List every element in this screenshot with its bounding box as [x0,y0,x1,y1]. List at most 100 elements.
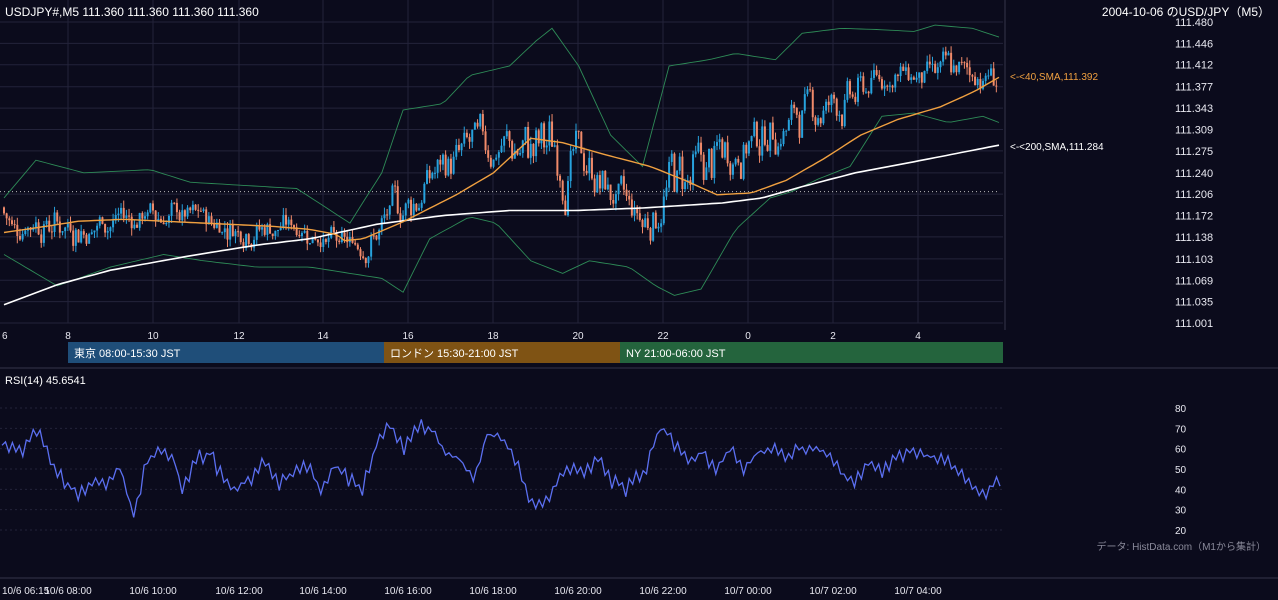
candle-body [202,209,205,211]
candle-body [433,172,436,174]
hour-tick-label: 18 [487,331,499,342]
candle-body [806,89,809,95]
candle-body [952,65,955,73]
candle-body [713,145,716,178]
candle-body [106,231,109,233]
candle-body [535,130,538,157]
candle-body [18,235,21,240]
candle-body [593,178,596,193]
price-tick-label: 111.206 [1175,189,1213,201]
candle-body [412,203,415,216]
candle-body [428,170,431,179]
candle-body [375,235,378,240]
candle-body [934,63,937,73]
candle-body [356,244,359,250]
candle-body [928,61,931,65]
candle-body [580,131,583,154]
candle-body [181,210,184,221]
candle-body [551,121,554,147]
candle-body [410,199,413,216]
candle-body [827,101,830,106]
candle-body [404,203,407,216]
price-tick-label: 111.035 [1175,297,1213,309]
candle-body [758,146,761,156]
candle-body [899,66,902,77]
candle-body [290,219,293,226]
hour-tick-label: 6 [2,331,8,342]
candle-body [878,74,881,80]
date-tick-label: 10/6 20:00 [554,586,602,597]
candle-body [165,222,168,225]
candle-body [346,236,349,243]
date-tick-label: 10/7 00:00 [724,586,772,597]
session-tokyo-label: 東京 08:00-15:30 JST [74,346,181,360]
candle-body [367,256,370,264]
candle-body [644,218,647,228]
rsi-tick-label: 70 [1175,424,1187,435]
candle-body [58,221,61,233]
candle-body [503,136,506,146]
candle-body [864,91,867,93]
candle-body [431,172,434,179]
price-tick-label: 111.138 [1175,232,1213,244]
candle-body [854,96,857,102]
candle-body [902,66,905,71]
candle-body [612,199,615,204]
candle-body [995,85,998,87]
candle-body [194,204,197,210]
price-tick-label: 111.377 [1175,82,1213,94]
candle-body [795,107,798,115]
candle-body [64,227,67,232]
candle-body [596,175,599,193]
candle-body [859,76,862,78]
candle-body [98,217,101,226]
candle-body [359,249,362,257]
candle-body [423,183,426,203]
candle-body [519,153,522,155]
candle-body [798,114,801,138]
candle-body [652,212,655,241]
candle-body [418,207,421,211]
candle-body [572,149,575,151]
candle-body [907,67,910,80]
candle-body [931,63,934,65]
candle-body [731,164,734,175]
data-credit: データ: HistData.com（M1から集計） [1097,540,1266,553]
hour-tick-label: 22 [657,331,669,342]
candle-body [40,234,43,243]
candle-body [72,230,75,246]
candle-body [646,218,649,229]
candle-body [444,154,447,176]
candle-body [769,122,772,151]
candle-body [274,230,277,237]
candle-body [436,159,439,173]
candle-body [364,258,367,264]
candle-body [617,183,620,195]
candle-body [77,229,80,243]
candle-body [920,72,923,83]
price-tick-label: 111.412 [1175,60,1213,72]
date-tick-label: 10/6 18:00 [469,586,517,597]
candle-body [388,205,391,215]
candle-body [694,151,697,155]
candle-body [793,104,796,108]
date-tick-label: 10/6 22:00 [639,586,687,597]
hour-tick-label: 2 [830,331,836,342]
candle-body [183,210,186,217]
candle-body [657,226,660,229]
candle-body [708,148,711,168]
candle-body [287,219,290,225]
candle-body [822,110,825,124]
candle-body [641,219,644,228]
candle-body [141,213,144,219]
candle-body [923,70,926,83]
date-tick-label: 10/6 14:00 [299,586,347,597]
rsi-tick-label: 60 [1175,445,1187,456]
candle-body [825,101,828,111]
price-tick-label: 111.343 [1175,103,1213,115]
candle-body [322,239,325,247]
rsi-tick-label: 80 [1175,404,1187,415]
candle-body [524,127,527,141]
candle-body [306,230,309,244]
candle-body [85,234,88,244]
